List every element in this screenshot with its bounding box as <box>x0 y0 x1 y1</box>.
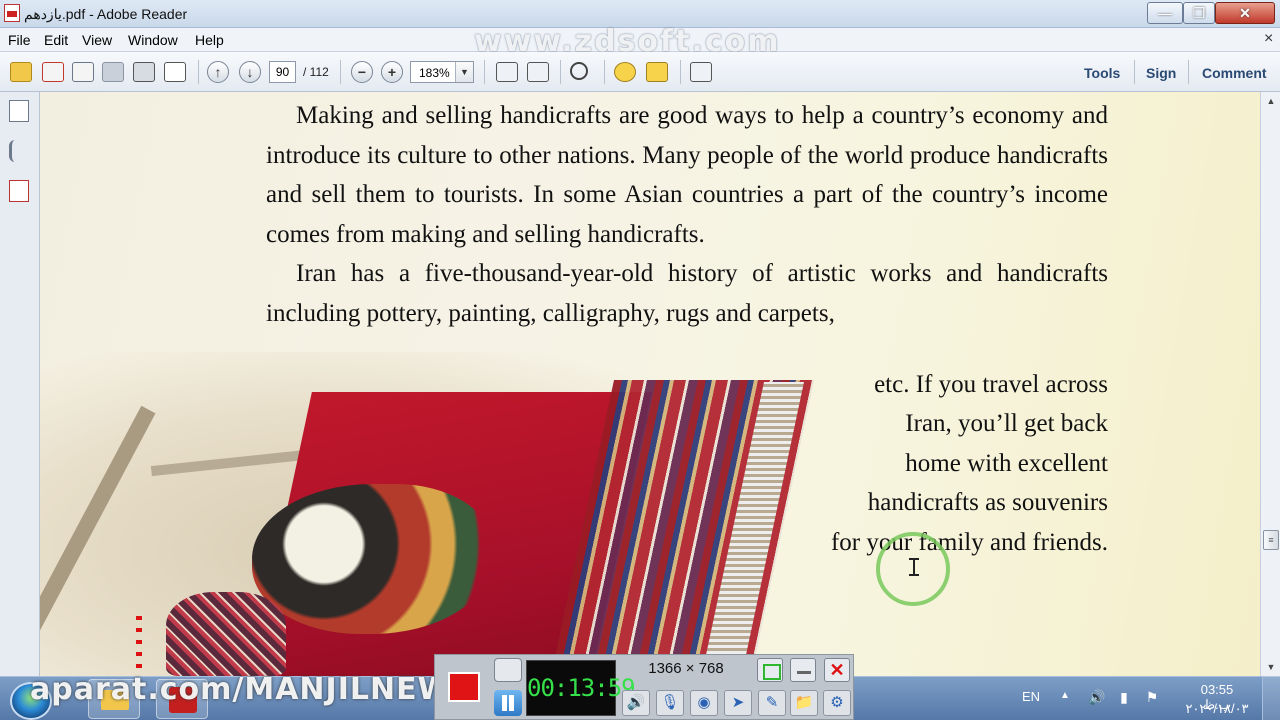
volume-icon[interactable]: 🔊 <box>1088 689 1105 705</box>
yarn-bundle <box>252 484 492 634</box>
maximize-icon: ❐ <box>1192 5 1206 21</box>
record-stop-button[interactable] <box>448 672 480 702</box>
minus-icon: − <box>357 64 367 80</box>
plus-icon: + <box>387 64 397 80</box>
text-line: Iran, you’ll get back <box>905 410 1108 437</box>
toolbar-separator <box>340 60 341 84</box>
paragraph-2-top: Iran has a five-thousand-year-old histor… <box>266 260 1108 327</box>
zoom-in-button[interactable]: + <box>381 61 403 83</box>
minimize-icon: — <box>1158 5 1172 21</box>
red-dots <box>136 608 142 668</box>
watermark-aparat: aparat.com/MANJILNEWS <box>30 672 475 707</box>
text-line: handicrafts as souvenirs <box>867 489 1108 516</box>
scroll-up-icon[interactable]: ▲ <box>1264 96 1278 106</box>
expand-icon[interactable] <box>690 62 712 82</box>
scroll-thumb[interactable]: ≡ <box>1263 530 1279 550</box>
text-cursor-icon <box>909 558 919 576</box>
zoom-select[interactable]: 183% ▼ <box>410 61 474 83</box>
scroll-down-icon[interactable]: ▼ <box>1264 662 1278 672</box>
menu-view[interactable]: View <box>82 32 112 48</box>
tools-button[interactable]: Tools <box>1084 65 1120 81</box>
cursor-icon[interactable]: ➤ <box>724 690 752 716</box>
zoom-out-button[interactable]: − <box>351 61 373 83</box>
zoom-value: 183% <box>419 66 450 80</box>
edit-pdf-icon[interactable] <box>72 62 94 82</box>
pen-icon[interactable]: ✎ <box>758 690 786 716</box>
toolbar: ↑ ↓ 90 / 112 − + 183% ▼ Tools Sign Comme… <box>0 52 1280 92</box>
close-document-icon[interactable]: × <box>1264 30 1273 48</box>
search-icon[interactable] <box>570 62 588 80</box>
toolbar-separator <box>680 60 681 84</box>
toolbar-separator <box>1134 60 1135 84</box>
page-number-input[interactable]: 90 <box>269 61 296 83</box>
recording-timer: 00:13:59 <box>526 660 636 716</box>
navigation-pane <box>0 92 40 676</box>
speaker-icon[interactable]: 🔊 <box>622 690 650 716</box>
comment-button[interactable]: Comment <box>1202 65 1267 81</box>
arrow-down-icon: ↓ <box>246 64 254 80</box>
create-pdf-icon[interactable] <box>10 62 32 82</box>
document-view[interactable]: Making and selling handicrafts are good … <box>40 92 1260 676</box>
text-line: etc. If you travel across <box>874 371 1108 398</box>
toolbar-separator <box>604 60 605 84</box>
menu-file[interactable]: File <box>8 32 31 48</box>
text-line: home with excellent <box>905 450 1108 477</box>
fit-page-icon[interactable] <box>496 62 518 82</box>
close-icon: ✕ <box>1239 5 1251 21</box>
attachments-icon[interactable] <box>9 140 21 162</box>
print-icon[interactable] <box>133 62 155 82</box>
show-hidden-icons-icon[interactable]: ▲ <box>1060 690 1070 701</box>
webcam-icon[interactable]: ◉ <box>690 690 718 716</box>
woven-cushion <box>166 592 286 676</box>
vertical-scrollbar[interactable]: ▲ ≡ ▼ <box>1260 92 1280 676</box>
pause-button[interactable] <box>494 690 522 716</box>
page-text: Making and selling handicrafts are good … <box>266 96 1108 333</box>
menu-edit[interactable]: Edit <box>44 32 68 48</box>
signatures-icon[interactable] <box>9 180 29 202</box>
full-screen-icon[interactable] <box>527 62 549 82</box>
clock-date[interactable]: ۲۰۲۰/۱۸/۰۳ <box>1180 701 1254 717</box>
comment-bubble-icon[interactable] <box>614 62 636 82</box>
sign-button[interactable]: Sign <box>1146 65 1176 81</box>
language-indicator[interactable]: EN <box>1022 689 1040 704</box>
folder-icon[interactable]: 📁 <box>790 690 818 716</box>
close-button[interactable]: ✕ <box>1215 2 1275 24</box>
recording-resolution: 1366 × 768 <box>648 660 724 677</box>
recorder-minimize-button[interactable] <box>790 658 816 682</box>
chevron-down-icon[interactable]: ▼ <box>455 62 473 82</box>
recorder-close-button[interactable]: ✕ <box>824 658 850 682</box>
maximize-button[interactable]: ❐ <box>1183 2 1215 24</box>
pdf-file-icon <box>4 4 20 22</box>
window-title: یازدهم.pdf - Adobe Reader <box>24 6 188 22</box>
toolbar-separator <box>1188 60 1189 84</box>
minimize-button[interactable]: — <box>1147 2 1183 24</box>
export-pdf-icon[interactable] <box>42 62 64 82</box>
toolbar-separator <box>484 60 485 84</box>
toolbar-separator <box>560 60 561 84</box>
previous-page-button[interactable]: ↑ <box>207 61 229 83</box>
arrow-up-icon: ↑ <box>214 64 222 80</box>
menu-window[interactable]: Window <box>128 32 178 48</box>
settings-icon[interactable]: ⚙ <box>823 690 851 716</box>
menu-help[interactable]: Help <box>195 32 224 48</box>
toolbar-separator <box>198 60 199 84</box>
action-center-icon[interactable]: ⚑ <box>1144 689 1160 705</box>
camera-icon[interactable] <box>494 658 522 682</box>
microphone-icon[interactable]: 🎙 <box>656 690 684 716</box>
page-thumbnails-icon[interactable] <box>9 100 29 122</box>
page-total: / 112 <box>303 65 329 79</box>
paragraph-1: Making and selling handicrafts are good … <box>266 102 1108 248</box>
highlight-icon[interactable] <box>646 62 668 82</box>
select-region-button[interactable] <box>757 658 783 682</box>
show-desktop-button[interactable] <box>1262 676 1280 720</box>
next-page-button[interactable]: ↓ <box>239 61 261 83</box>
network-icon[interactable]: ▮ <box>1116 689 1132 705</box>
save-icon[interactable] <box>102 62 124 82</box>
email-icon[interactable] <box>164 62 186 82</box>
